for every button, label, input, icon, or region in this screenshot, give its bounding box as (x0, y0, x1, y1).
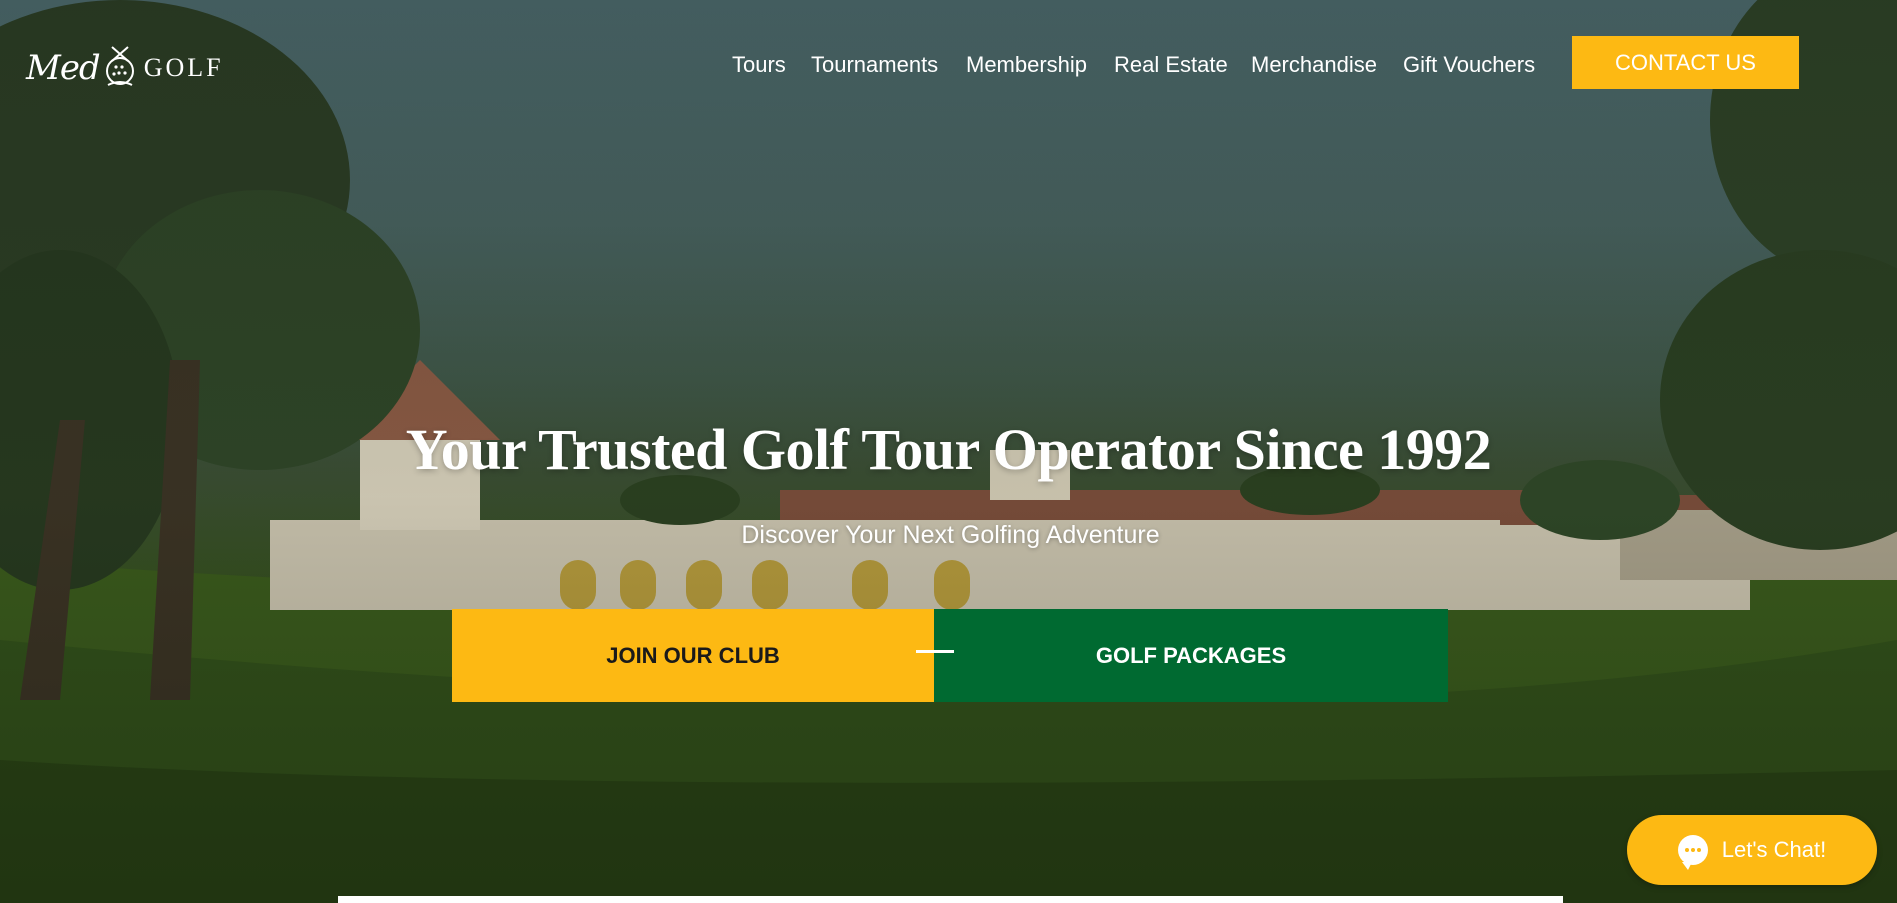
join-our-club-button[interactable]: JOIN OUR CLUB (452, 609, 934, 702)
nav-item-merchandise[interactable]: Merchandise (1251, 50, 1377, 80)
hero-subtitle: Discover Your Next Golfing Adventure (741, 521, 1160, 549)
nav-item-membership[interactable]: Membership (966, 50, 1087, 80)
content-section-top-edge (338, 896, 1563, 903)
chat-bubble-icon (1677, 835, 1708, 870)
contact-us-button[interactable]: CONTACT US (1572, 36, 1799, 89)
nav-item-tournaments[interactable]: Tournaments (811, 50, 938, 80)
chat-label: Let's Chat! (1721, 837, 1827, 862)
nav-item-gift-vouchers[interactable]: Gift Vouchers (1403, 50, 1535, 80)
golf-packages-button[interactable]: GOLF PACKAGES (934, 609, 1448, 702)
brand-logo[interactable]: Med GOLF (26, 40, 226, 96)
logo-golf-text: GOLF (143, 53, 224, 82)
lets-chat-button[interactable]: Let's Chat! (1627, 815, 1877, 885)
hero-title: Your Trusted Golf Tour Operator Since 19… (405, 417, 1492, 482)
cta-divider (916, 650, 954, 653)
nav-item-tours[interactable]: Tours (732, 50, 786, 80)
nav-item-real-estate[interactable]: Real Estate (1114, 50, 1228, 80)
golf-ball-emblem-icon (102, 45, 138, 92)
logo-script-text: Med (26, 48, 101, 88)
